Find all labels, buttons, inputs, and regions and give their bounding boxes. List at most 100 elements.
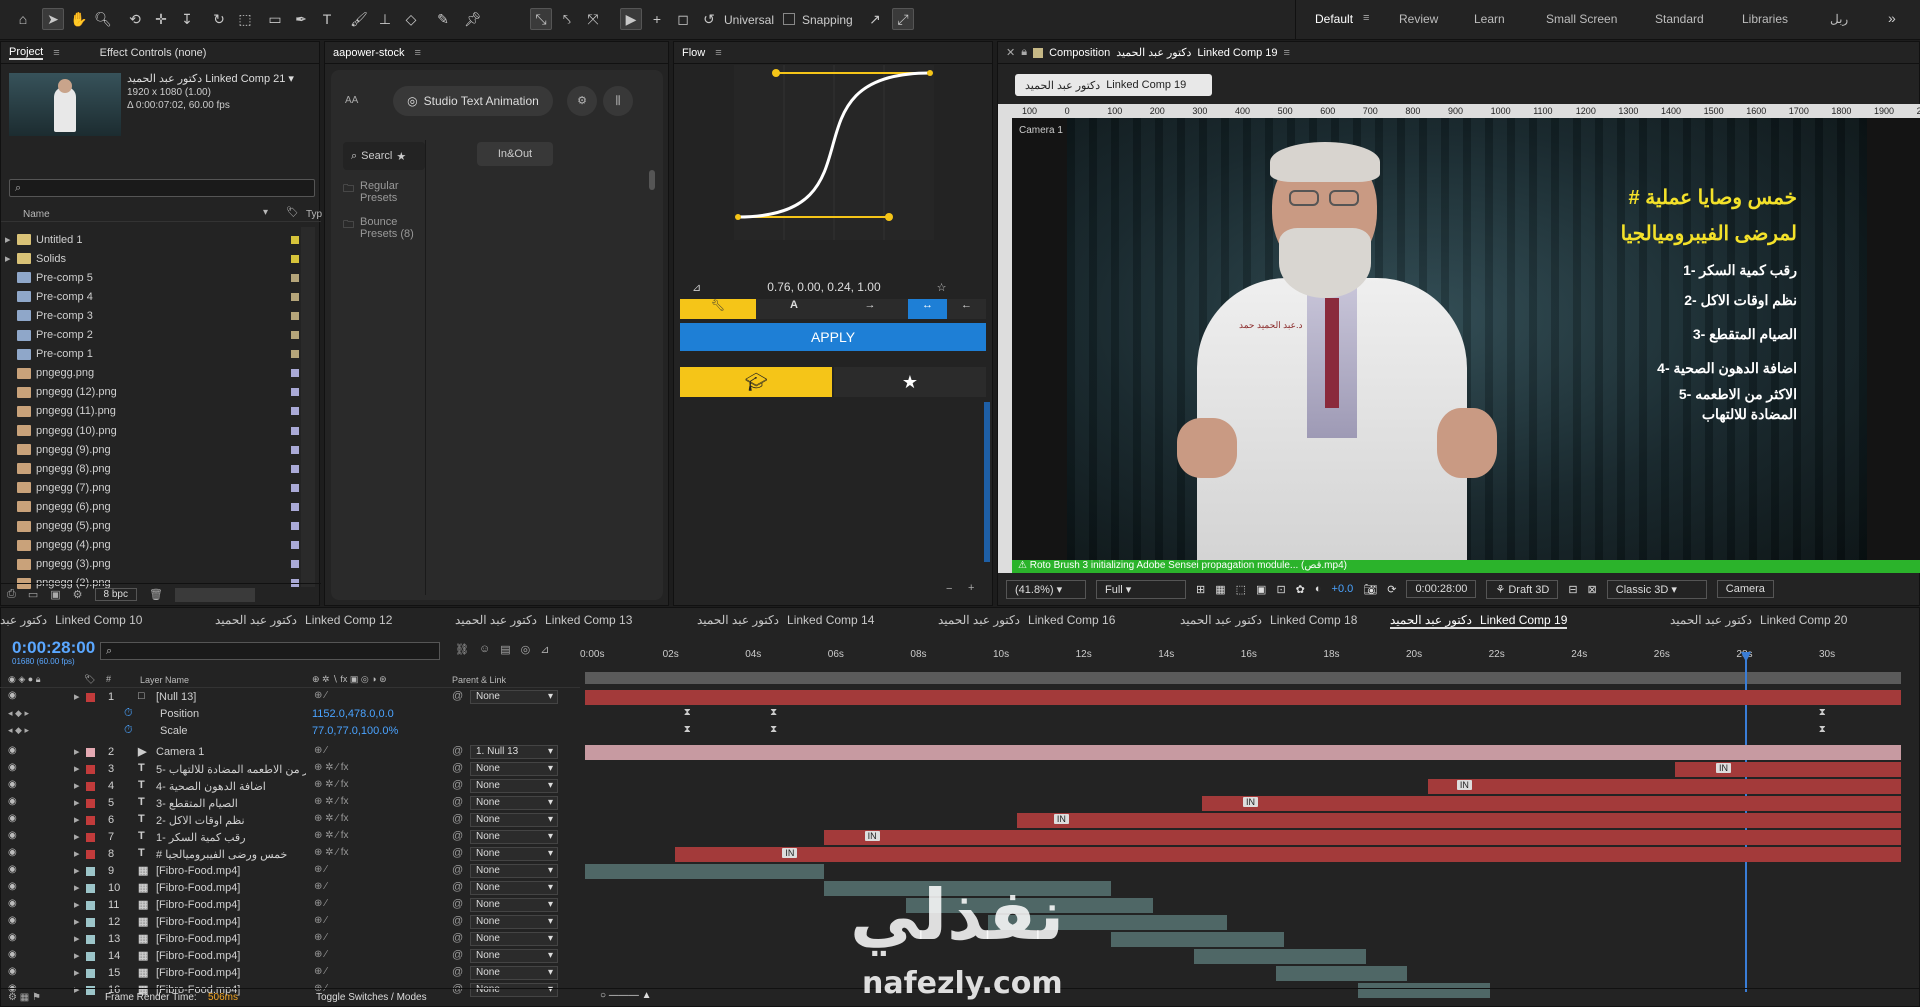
in-marker[interactable]: IN xyxy=(782,848,798,858)
play-icon[interactable]: ▶ xyxy=(620,8,642,30)
preset-search-input[interactable]: ⌕ Searcl ★ xyxy=(343,142,425,170)
label-swatch[interactable] xyxy=(291,235,299,244)
parent-dropdown[interactable]: None ▾ xyxy=(470,966,558,980)
motion-blur-icon[interactable]: ◎ xyxy=(521,643,531,656)
clone-stamp-icon[interactable]: ⊥ xyxy=(374,8,396,30)
bounce-presets-item[interactable]: 🗀 Bounce Presets (8) xyxy=(343,216,423,240)
parent-dropdown[interactable]: None ▾ xyxy=(470,915,558,929)
panel-menu-icon[interactable]: ≡ xyxy=(53,47,59,59)
property-value[interactable]: 77.0,77.0,100.0% xyxy=(312,725,398,737)
expand-arrow-icon[interactable]: ▸ xyxy=(5,233,17,246)
parent-dropdown[interactable]: None ▾ xyxy=(470,932,558,946)
label-swatch[interactable] xyxy=(291,445,299,454)
pickwhip-icon[interactable]: @ xyxy=(452,881,463,893)
adjust-icon[interactable]: ⚙ xyxy=(73,588,83,601)
expand-arrow-icon[interactable]: ▸ xyxy=(74,881,80,894)
parent-dropdown[interactable]: None ▾ xyxy=(470,690,558,704)
visibility-icon[interactable]: ◉ xyxy=(8,881,17,892)
label-color[interactable] xyxy=(86,867,95,876)
label-swatch[interactable] xyxy=(291,426,299,435)
timeline-comp-tab[interactable]: دكتور عبد الحميد Linked Comp 13 xyxy=(455,613,632,627)
layer-name[interactable]: [Fibro-Food.mp4] xyxy=(156,865,306,877)
layer-switches[interactable]: ⊕ ∕ xyxy=(314,745,327,756)
panel-menu-icon[interactable]: ≡ xyxy=(715,47,721,59)
bpc-button[interactable]: 8 bpc xyxy=(94,588,137,601)
renderer-dropdown[interactable]: Classic 3D ▾ xyxy=(1606,579,1707,599)
layer-switches[interactable]: ⊕ ✲ ∕ fx xyxy=(314,813,349,824)
project-tab[interactable]: Project xyxy=(9,46,44,60)
orbit-tool-icon[interactable]: ⟲ xyxy=(124,8,146,30)
in-marker[interactable]: IN xyxy=(1715,763,1731,773)
workspace-menu-icon[interactable]: ≡ xyxy=(1363,12,1369,24)
visibility-icon[interactable]: ◉ xyxy=(8,864,17,875)
label-swatch[interactable] xyxy=(291,522,299,530)
layer-name[interactable]: 5- الاكـثر من الاطعمه المضادة للالتهاب xyxy=(156,763,306,776)
favorite-icon[interactable]: ☆ xyxy=(937,281,947,294)
project-item[interactable]: pngegg (10).png xyxy=(5,421,310,440)
layer-switches[interactable]: ⊕ ✲ ∕ fx xyxy=(314,762,349,773)
snap-options-icon[interactable]: ↗ xyxy=(864,8,886,30)
expand-icon[interactable]: ⤢ xyxy=(892,8,914,30)
label-swatch[interactable] xyxy=(291,350,299,359)
keyframe-icon[interactable]: ⧗ xyxy=(1819,724,1826,735)
time-ruler[interactable]: 0:00s 02s 04s 06s 08s 10s 12s 14s 16s 18s 20s 22s 24… xyxy=(580,643,1900,663)
zoom-tool-icon[interactable]: 🔍︎ xyxy=(92,8,114,30)
guides-icon[interactable]: ▣ xyxy=(1256,583,1266,596)
parent-dropdown[interactable]: None ▾ xyxy=(470,813,558,827)
parent-dropdown[interactable]: None ▾ xyxy=(470,830,558,844)
layer-duration-bar[interactable] xyxy=(1111,932,1285,947)
parent-dropdown[interactable]: None ▾ xyxy=(470,762,558,776)
brush-tool-icon[interactable]: 🖌︎ xyxy=(348,8,370,30)
add-icon[interactable]: + xyxy=(646,8,668,30)
project-item[interactable]: pngegg (6).png xyxy=(5,497,310,516)
keyframe-icon[interactable]: ⧗ xyxy=(684,724,691,735)
timeline-comp-tab[interactable]: دكتور عبد الحميد Linked Comp 16 xyxy=(938,613,1115,627)
label-swatch[interactable] xyxy=(291,464,299,473)
project-item[interactable]: pngegg (9).png xyxy=(5,440,310,459)
stopwatch-icon[interactable]: ⏱ xyxy=(124,707,133,720)
in-marker[interactable]: IN xyxy=(864,831,880,841)
regular-presets-item[interactable]: 🗀 Regular Presets xyxy=(343,180,423,204)
ease-scrollbar[interactable] xyxy=(984,402,990,562)
keyframe-icon[interactable]: ⧗ xyxy=(684,707,691,718)
project-item[interactable]: pngegg (4).png xyxy=(5,536,310,555)
expand-arrow-icon[interactable]: ▸ xyxy=(74,847,80,860)
label-column-icon[interactable]: 🏷︎ xyxy=(286,207,299,218)
layer-switches[interactable]: ⊕ ∕ xyxy=(314,915,327,926)
snapshot-icon[interactable]: 📷︎ xyxy=(1363,583,1377,596)
star-icon[interactable]: ★ xyxy=(396,150,406,163)
expand-arrow-icon[interactable]: ▸ xyxy=(74,932,80,945)
puppet-bend-icon[interactable]: ⤧ xyxy=(582,8,604,30)
new-comp-icon[interactable]: ▣ xyxy=(50,588,60,601)
label-swatch[interactable] xyxy=(291,483,299,492)
keyframe-navigator[interactable]: ◂ ◆ ▸ xyxy=(8,708,29,719)
layer-name[interactable]: [Fibro-Food.mp4] xyxy=(156,950,306,962)
parent-link-header[interactable]: Parent & Link xyxy=(452,675,506,685)
layer-name[interactable]: [Fibro-Food.mp4] xyxy=(156,916,306,928)
frame-blending-icon[interactable]: ▤ xyxy=(500,643,510,656)
label-color[interactable] xyxy=(86,884,95,893)
project-item[interactable]: pngegg.png xyxy=(5,364,310,383)
stopwatch-icon[interactable]: ⏱ xyxy=(124,724,133,737)
lock-icon[interactable]: 🔒︎ xyxy=(1021,46,1027,59)
visibility-icon[interactable]: ◉ xyxy=(8,898,17,909)
project-item[interactable]: Pre-comp 1 xyxy=(5,345,310,364)
pickwhip-icon[interactable]: @ xyxy=(452,949,463,961)
visibility-icon[interactable]: ◉ xyxy=(8,796,17,807)
pickwhip-icon[interactable]: @ xyxy=(452,932,463,944)
current-time-display[interactable]: 0:00:28:00 xyxy=(1406,580,1477,598)
zoom-slider[interactable]: ○ ——— ▲ xyxy=(600,990,652,1001)
arrow-right-icon[interactable]: → xyxy=(832,299,908,319)
layer-duration-bar[interactable] xyxy=(1674,762,1901,777)
work-area-bar[interactable] xyxy=(585,672,1901,684)
pickwhip-icon[interactable]: @ xyxy=(452,762,463,774)
parent-dropdown[interactable]: None ▾ xyxy=(470,847,558,861)
layer-name[interactable]: [Fibro-Food.mp4] xyxy=(156,899,306,911)
parent-dropdown[interactable]: None ▾ xyxy=(470,898,558,912)
layer-name[interactable]: 2- نظم اوقات الاكل xyxy=(156,814,306,827)
layer-duration-bar[interactable] xyxy=(1275,966,1408,981)
visibility-icon[interactable]: ◉ xyxy=(8,915,17,926)
label-color[interactable] xyxy=(86,969,95,978)
layer-name[interactable]: [Fibro-Food.mp4] xyxy=(156,882,306,894)
workspace-review[interactable]: Review xyxy=(1399,12,1438,26)
